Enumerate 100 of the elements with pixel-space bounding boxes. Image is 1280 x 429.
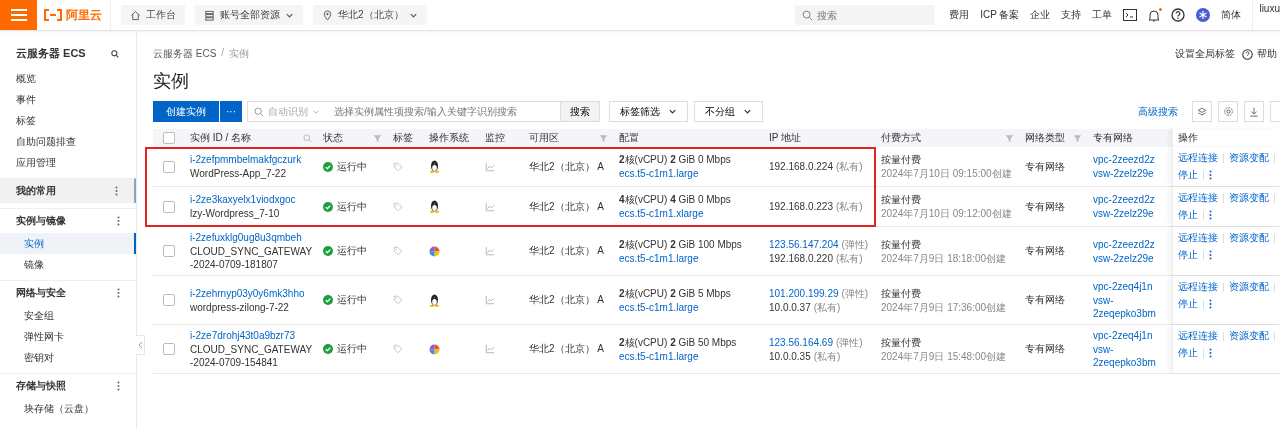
action-link[interactable]: 资源变配 — [1229, 329, 1269, 343]
action-link[interactable]: 停止 — [1178, 208, 1198, 222]
download-button[interactable] — [1244, 101, 1264, 122]
create-instance-button[interactable]: 创建实例 — [153, 101, 219, 122]
avatar-icon[interactable] — [1196, 8, 1211, 22]
more-icon[interactable] — [117, 381, 120, 391]
sidebar-item[interactable]: 弹性网卡 — [0, 326, 136, 347]
row-checkbox[interactable] — [163, 245, 175, 257]
global-tags-link[interactable]: 设置全局标签 — [1175, 47, 1235, 61]
filter-icon[interactable] — [1073, 133, 1082, 143]
language-link[interactable]: 简体 — [1221, 8, 1242, 22]
sidebar-item[interactable]: 事件 — [0, 89, 136, 110]
more-icon[interactable] — [1209, 250, 1212, 260]
sidebar-group[interactable]: 网络与安全 — [0, 280, 136, 305]
instance-type-link[interactable]: ecs.t5-c1m1.large — [619, 167, 699, 180]
vpc-link[interactable]: vpc-2zeezd2z — [1093, 193, 1155, 206]
sidebar-item[interactable]: 块存储（云盘） — [0, 398, 136, 419]
action-link[interactable]: 停止 — [1178, 297, 1198, 311]
action-link[interactable]: 资源变配 — [1229, 191, 1269, 205]
chart-icon[interactable] — [485, 246, 495, 256]
more-icon[interactable] — [117, 216, 120, 226]
top-nav-link[interactable]: 费用 — [949, 8, 970, 22]
action-link[interactable]: 停止 — [1178, 248, 1198, 262]
action-link[interactable]: 资源变配 — [1229, 280, 1269, 294]
layers-button[interactable] — [1192, 101, 1212, 122]
more-icon[interactable] — [1209, 348, 1212, 358]
filter-icon[interactable] — [599, 133, 608, 143]
user-name[interactable]: liuxu — [1252, 0, 1280, 30]
select-all-checkbox[interactable] — [163, 132, 175, 144]
toolbar-button[interactable] — [1270, 101, 1280, 122]
nav-button[interactable]: 华北2（北京） — [313, 5, 427, 25]
settings-button[interactable] — [1218, 101, 1238, 122]
tag-icon[interactable] — [393, 201, 403, 212]
vswitch-link[interactable]: vsw-2zelz29e — [1093, 167, 1154, 180]
sidebar-group[interactable]: 我的常用 — [0, 178, 136, 203]
filter-icon[interactable] — [1005, 133, 1014, 143]
sidebar-item[interactable]: 密钥对 — [0, 347, 136, 368]
sidebar-item[interactable]: 概览 — [0, 68, 136, 89]
breadcrumb-link[interactable]: 云服务器 ECS — [153, 47, 217, 61]
chart-icon[interactable] — [485, 344, 495, 354]
instance-type-link[interactable]: ecs.t5-c1m1.large — [619, 251, 699, 265]
action-link[interactable]: 停止 — [1178, 168, 1198, 182]
filter-dropdown[interactable]: 不分组 — [694, 101, 763, 122]
action-link[interactable]: 资源变配 — [1229, 151, 1269, 165]
filter-icon[interactable] — [373, 133, 382, 143]
row-checkbox[interactable] — [163, 343, 175, 355]
search-field[interactable]: 搜索 — [795, 5, 936, 25]
search-icon[interactable] — [111, 49, 119, 58]
ip-address-link[interactable]: 101.200.199.29 — [769, 286, 839, 300]
sidebar-item[interactable]: 实例 — [0, 233, 136, 254]
tag-icon[interactable] — [393, 161, 403, 172]
instance-id-link[interactable]: i-2zefpmmbelmakfgczurk — [190, 153, 302, 166]
vpc-link[interactable]: vpc-2zeq4j1n — [1093, 329, 1153, 342]
more-button[interactable]: ··· — [220, 101, 242, 122]
more-icon[interactable] — [1209, 299, 1212, 309]
action-link[interactable]: 资源变配 — [1229, 231, 1269, 245]
ip-address-link[interactable]: 123.56.147.204 — [769, 237, 839, 251]
collapse-handle[interactable] — [136, 335, 145, 355]
sidebar-item[interactable]: 镜像 — [0, 254, 136, 275]
tag-icon[interactable] — [393, 295, 403, 305]
tag-icon[interactable] — [393, 246, 403, 256]
instance-id-link[interactable]: i-2ze7drohj43t0a9bzr73 — [190, 329, 296, 342]
vpc-link[interactable]: vpc-2zeezd2z — [1093, 153, 1155, 166]
nav-button[interactable]: 账号全部资源 — [195, 5, 303, 25]
terminal-icon[interactable] — [1123, 9, 1138, 21]
action-link[interactable]: 远程连接 — [1178, 151, 1218, 165]
more-icon[interactable] — [1209, 170, 1212, 180]
vswitch-link[interactable]: vsw-2zeqepko3bm — [1093, 294, 1167, 320]
row-checkbox[interactable] — [163, 160, 175, 173]
more-icon[interactable] — [117, 288, 120, 298]
chart-icon[interactable] — [485, 295, 495, 305]
advanced-search-link[interactable]: 高级搜索 — [1138, 104, 1178, 119]
top-nav-link[interactable]: 支持 — [1061, 8, 1082, 22]
sidebar-item[interactable]: 自助问题排查 — [0, 131, 136, 152]
row-checkbox[interactable] — [163, 200, 175, 213]
bell-icon[interactable] — [1148, 8, 1161, 22]
sidebar-item[interactable]: 应用管理 — [0, 152, 136, 173]
chart-icon[interactable] — [485, 201, 495, 212]
top-nav-link[interactable]: ICP 备案 — [980, 8, 1020, 22]
top-nav-link[interactable]: 企业 — [1030, 8, 1051, 22]
action-link[interactable]: 远程连接 — [1178, 329, 1218, 343]
filter-dropdown[interactable]: 标签筛选 — [609, 101, 688, 122]
nav-button[interactable]: 工作台 — [121, 5, 185, 25]
sidebar-item[interactable]: 标签 — [0, 110, 136, 131]
instance-id-link[interactable]: i-2ze3kaxyelx1viodxgoc — [190, 193, 296, 206]
sidebar-item[interactable]: 安全组 — [0, 305, 136, 326]
ip-address-link[interactable]: 123.56.164.69 — [769, 335, 833, 349]
row-checkbox[interactable] — [163, 294, 175, 306]
more-icon[interactable] — [115, 186, 118, 196]
instance-id-link[interactable]: i-2zefuxklg0ug8u3qmbeh — [190, 231, 302, 244]
top-nav-link[interactable]: 工单 — [1092, 8, 1113, 22]
chart-icon[interactable] — [485, 161, 495, 172]
action-link[interactable]: 远程连接 — [1178, 231, 1218, 245]
action-link[interactable]: 远程连接 — [1178, 280, 1218, 294]
search-button[interactable]: 搜索 — [561, 101, 600, 122]
vpc-link[interactable]: vpc-2zeq4j1n — [1093, 280, 1153, 293]
instance-type-link[interactable]: ecs.t5-c1m1.large — [619, 300, 699, 314]
instance-type-link[interactable]: ecs.t5-c1m1.xlarge — [619, 207, 704, 220]
action-link[interactable]: 远程连接 — [1178, 191, 1218, 205]
action-link[interactable]: 停止 — [1178, 346, 1198, 360]
